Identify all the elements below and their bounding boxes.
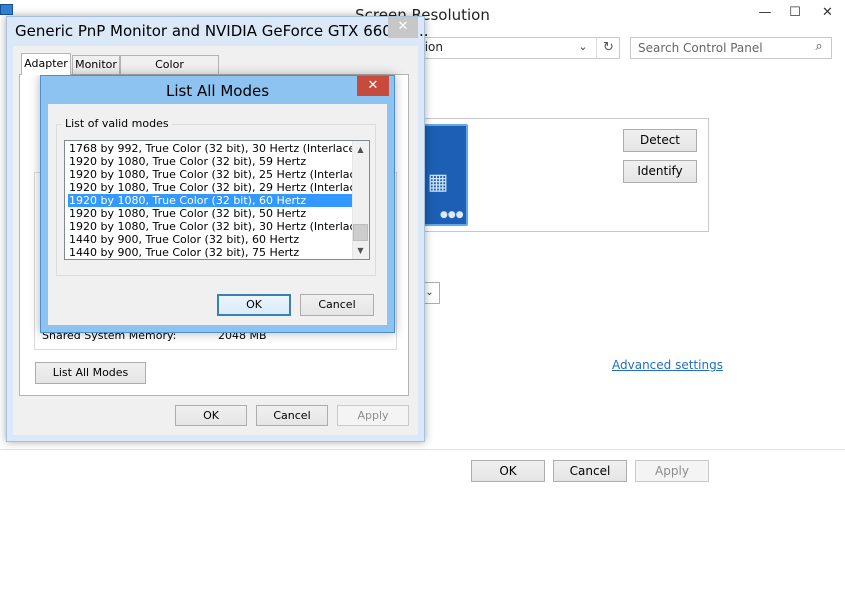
- close-icon[interactable]: ✕: [388, 17, 418, 38]
- properties-dialog-title: Generic PnP Monitor and NVIDIA GeForce G…: [15, 22, 429, 40]
- properties-apply-button[interactable]: Apply: [337, 405, 409, 426]
- display-grid-icon: ▦: [427, 170, 449, 195]
- list-item[interactable]: 1768 by 992, True Color (32 bit), 30 Her…: [68, 142, 367, 155]
- cancel-button[interactable]: Cancel: [553, 460, 627, 482]
- list-item[interactable]: 1440 by 900, True Color (32 bit), 75 Her…: [68, 246, 353, 259]
- apply-button[interactable]: Apply: [635, 460, 709, 482]
- scroll-down-icon[interactable]: ▼: [352, 242, 369, 259]
- chevron-down-icon[interactable]: ⌄: [576, 40, 590, 53]
- monitor-dots-icon: ●●●: [440, 210, 464, 220]
- list-all-modes-button[interactable]: List All Modes: [35, 362, 146, 384]
- list-item-selected[interactable]: 1920 by 1080, True Color (32 bit), 60 He…: [68, 194, 353, 207]
- advanced-settings-link[interactable]: Advanced settings: [612, 358, 723, 372]
- modes-cancel-button[interactable]: Cancel: [300, 294, 374, 316]
- ok-button[interactable]: OK: [471, 460, 545, 482]
- search-placeholder: Search Control Panel: [638, 41, 763, 55]
- search-icon[interactable]: ⌕: [810, 39, 828, 54]
- scroll-up-icon[interactable]: ▲: [352, 141, 369, 158]
- tab-monitor[interactable]: Monitor: [72, 55, 120, 74]
- identify-button[interactable]: Identify: [623, 160, 697, 183]
- maximize-button[interactable]: ☐: [780, 0, 810, 25]
- window-close-button[interactable]: ✕: [810, 0, 845, 25]
- modes-listbox[interactable]: 1768 by 992, True Color (32 bit), 30 Her…: [64, 140, 370, 260]
- divider: [0, 449, 845, 450]
- tab-adapter[interactable]: Adapter: [21, 53, 71, 75]
- scrollbar-thumb[interactable]: [353, 224, 368, 241]
- detect-button[interactable]: Detect: [623, 129, 697, 152]
- list-item[interactable]: 1920 by 1080, True Color (32 bit), 59 He…: [68, 155, 353, 168]
- list-item[interactable]: 1920 by 1080, True Color (32 bit), 29 He…: [68, 181, 369, 194]
- properties-cancel-button[interactable]: Cancel: [256, 405, 328, 426]
- minimize-button[interactable]: —: [750, 0, 780, 25]
- display-icon: [0, 4, 13, 15]
- list-item[interactable]: 1920 by 1080, True Color (32 bit), 50 He…: [68, 207, 353, 220]
- properties-ok-button[interactable]: OK: [175, 405, 247, 426]
- tab-color-management[interactable]: Color Management: [120, 55, 219, 88]
- refresh-icon[interactable]: ↻: [596, 37, 620, 59]
- list-item[interactable]: 1920 by 1080, True Color (32 bit), 25 He…: [68, 168, 369, 181]
- list-item[interactable]: 1440 by 900, True Color (32 bit), 60 Her…: [68, 233, 353, 246]
- close-icon[interactable]: ✕: [357, 76, 389, 96]
- list-item[interactable]: 1920 by 1080, True Color (32 bit), 30 He…: [68, 220, 369, 233]
- modes-dialog-title: List All Modes: [165, 82, 270, 100]
- modes-ok-button[interactable]: OK: [217, 294, 291, 316]
- valid-modes-group-label: List of valid modes: [62, 117, 172, 130]
